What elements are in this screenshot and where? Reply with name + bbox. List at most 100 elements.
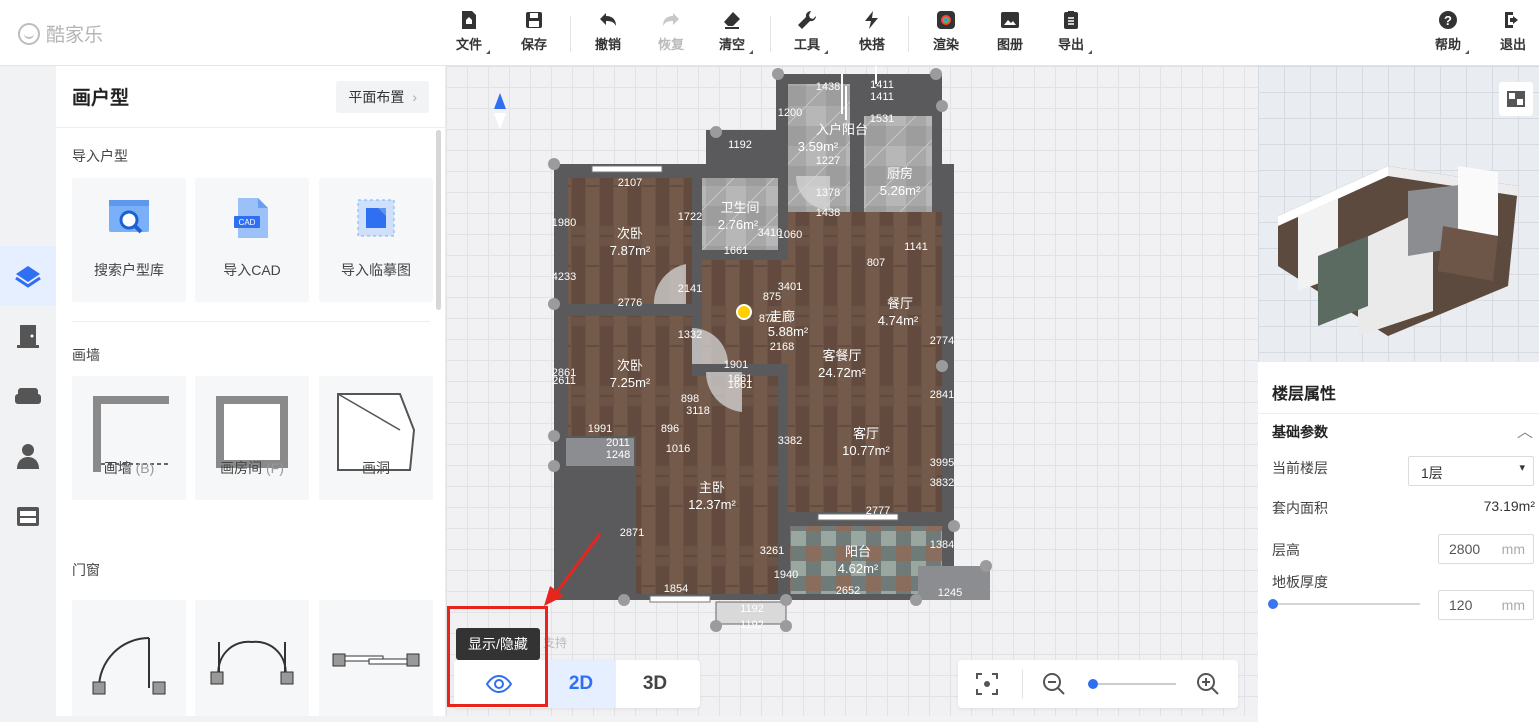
dimension-label: 1016	[666, 443, 690, 455]
svg-text:?: ?	[1444, 13, 1452, 28]
dimension-label: 1901	[724, 359, 748, 371]
dimension-label: 1245	[938, 587, 962, 599]
dimension-label: 1940	[774, 569, 798, 581]
zoom-out-icon[interactable]	[1042, 672, 1066, 696]
dimension-label: 1991	[588, 423, 612, 435]
room-name: 客餐厅	[822, 348, 861, 363]
dimension-label: 4233	[552, 271, 576, 283]
door-icon	[17, 325, 39, 348]
album-label: 图册	[996, 37, 1023, 52]
dimension-label: 1192	[740, 619, 764, 631]
floor-thickness-slider[interactable]	[1268, 599, 1420, 609]
dimension-label: 2011	[606, 437, 630, 449]
left-panel-scrollbar[interactable]	[436, 130, 441, 310]
file-menu-button[interactable]: 文件	[445, 10, 493, 60]
file-label: 文件	[455, 37, 482, 52]
dimension-label: 2841	[930, 389, 954, 401]
toggle-preview-button[interactable]	[1499, 82, 1533, 116]
current-floor-select[interactable]: 1层 ▾	[1408, 456, 1534, 486]
dimension-label: 1200	[778, 107, 802, 119]
file-icon	[462, 11, 476, 29]
brand-logo[interactable]: 酷家乐	[18, 20, 103, 47]
rail-door[interactable]	[0, 306, 56, 366]
rail-floorplan[interactable]	[0, 246, 56, 306]
exit-button[interactable]: 退出	[1489, 10, 1537, 60]
3d-preview[interactable]	[1258, 66, 1539, 362]
annotation-highlight-box	[447, 606, 548, 707]
search-library-label: 搜索户型库	[94, 262, 164, 278]
search-floorplan-library-tile[interactable]: 搜索户型库	[72, 178, 186, 302]
collapse-chevron-icon[interactable]: ︿	[1517, 418, 1533, 442]
room-name: 阳台	[845, 544, 871, 559]
rail-person[interactable]	[0, 426, 56, 486]
import-section-title: 导入户型	[72, 148, 128, 164]
room-living-dining[interactable]	[788, 212, 942, 512]
brand-name: 酷家乐	[46, 25, 104, 46]
floorplan-canvas[interactable]: 入户阳台 3.59m² 厨房 5.26m² 卫生间 2.76m² 次卧 7.87…	[446, 66, 1258, 716]
floor-thickness-slider-knob[interactable]	[1268, 599, 1278, 609]
dimension-label: 1248	[606, 449, 630, 461]
lightning-icon	[865, 11, 878, 29]
room-area: 24.72m²	[818, 365, 866, 380]
quick-label: 快搭	[858, 37, 885, 52]
zoom-slider-knob[interactable]	[1088, 679, 1098, 689]
clear-menu-button[interactable]: 清空	[708, 10, 756, 60]
dimension-label: 1854	[664, 583, 688, 595]
dimension-label: 2107	[618, 177, 642, 189]
draw-wall-tile[interactable]: 画墙 (B)	[72, 376, 186, 500]
cad-file-icon: CAD	[234, 198, 268, 238]
fit-view-icon[interactable]	[976, 673, 998, 695]
sliding-door-tile[interactable]	[319, 600, 433, 716]
render-button[interactable]: 渲染	[922, 10, 970, 60]
album-button[interactable]: 图册	[986, 10, 1034, 60]
album-icon	[1001, 12, 1019, 28]
dimension-label: 1411	[870, 91, 894, 103]
tools-menu-button[interactable]: 工具	[783, 10, 831, 60]
zoom-slider[interactable]	[1088, 679, 1176, 689]
save-button[interactable]: 保存	[510, 10, 558, 60]
dimension-label: 1661	[724, 245, 748, 257]
import-trace-image-tile[interactable]: 导入临摹图	[319, 178, 433, 302]
layout-button[interactable]: 平面布置 ›	[336, 80, 429, 113]
room-area: 10.77m²	[842, 443, 890, 458]
draw-room-tile[interactable]: 画房间 (F)	[195, 376, 309, 500]
room-name: 主卧	[699, 480, 725, 495]
help-button[interactable]: ? 帮助	[1424, 10, 1472, 60]
room-name: 厨房	[887, 166, 913, 181]
dimension-label: 807	[867, 257, 885, 269]
room-name: 入户阳台	[816, 122, 868, 137]
rail-furniture[interactable]	[0, 366, 56, 426]
location-pin-icon[interactable]	[736, 304, 752, 320]
exit-icon	[1505, 12, 1518, 28]
single-door-tile[interactable]	[72, 600, 186, 716]
dimension-label: 1661	[728, 373, 752, 385]
help-label: 帮助	[1434, 37, 1461, 52]
dropdown-caret-icon: ▾	[1519, 462, 1525, 474]
dimension-label: 1332	[678, 329, 702, 341]
zoom-in-icon[interactable]	[1196, 672, 1220, 696]
redo-button[interactable]: 恢复	[647, 10, 695, 60]
floorplan-drawing[interactable]: 入户阳台 3.59m² 厨房 5.26m² 卫生间 2.76m² 次卧 7.87…	[446, 66, 1258, 716]
current-floor-label: 当前楼层	[1272, 460, 1328, 476]
dimension-label: 1227	[816, 155, 840, 167]
room-name: 次卧	[617, 226, 643, 241]
floor-thickness-input[interactable]: 120 mm	[1438, 590, 1534, 620]
person-icon	[17, 444, 39, 469]
mode-2d-button[interactable]: 2D	[546, 660, 616, 708]
mode-3d-button[interactable]: 3D	[620, 660, 690, 708]
quick-build-button[interactable]: 快搭	[848, 10, 896, 60]
height-input[interactable]: 2800 mm	[1438, 534, 1534, 564]
export-menu-button[interactable]: 导出	[1047, 10, 1095, 60]
undo-button[interactable]: 撤销	[584, 10, 632, 60]
rail-cabinet[interactable]	[0, 486, 56, 546]
floor-thickness-unit: mm	[1501, 597, 1525, 613]
room-area: 5.26m²	[880, 183, 921, 198]
dimension-label: 2611	[552, 375, 576, 387]
double-door-tile[interactable]	[195, 600, 309, 716]
dimension-label: 1411	[870, 79, 894, 91]
draw-opening-tile[interactable]: 画洞	[319, 376, 433, 500]
dimension-label: 1438	[816, 81, 840, 93]
import-cad-tile[interactable]: CAD 导入CAD	[195, 178, 309, 302]
export-label: 导出	[1057, 37, 1084, 52]
wrench-icon	[798, 10, 817, 30]
